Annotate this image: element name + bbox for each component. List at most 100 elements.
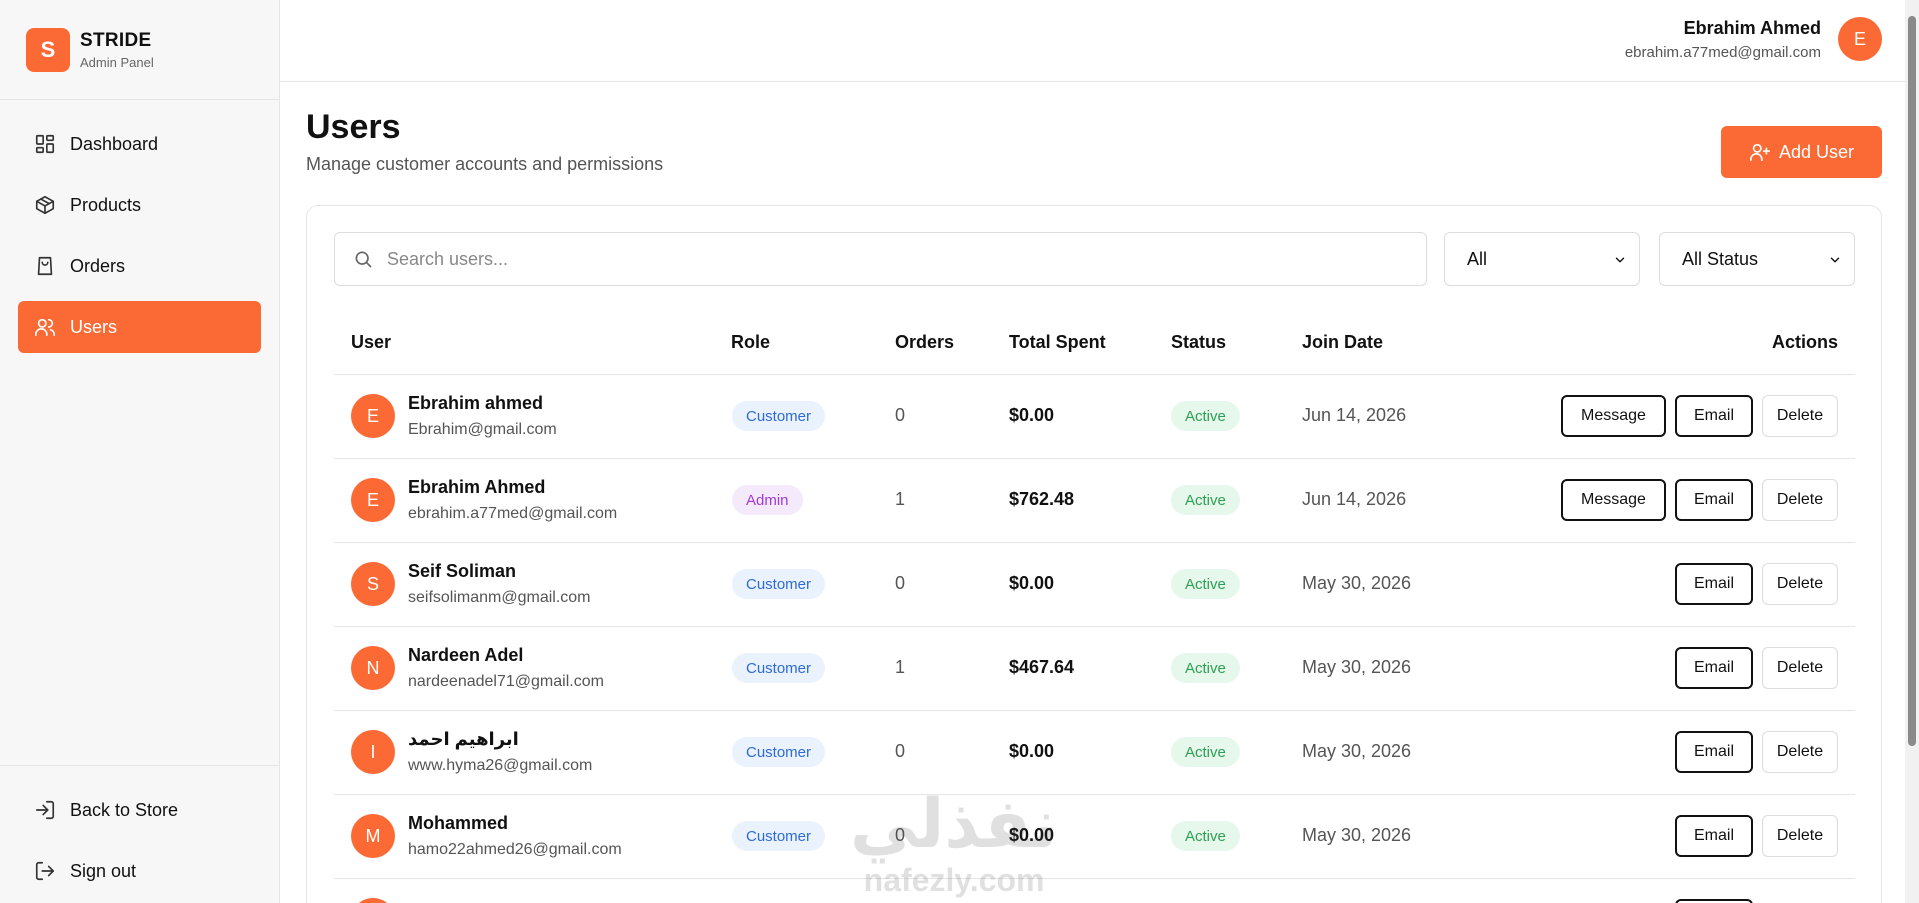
total-spent: $762.48 xyxy=(1009,489,1075,509)
total-spent: $0.00 xyxy=(1009,573,1055,593)
orders-count: 0 xyxy=(895,573,906,593)
orders-count: 1 xyxy=(895,489,906,509)
delete-button[interactable]: Delete xyxy=(1762,731,1838,773)
role-badge: Customer xyxy=(732,569,826,599)
brand-name: STRIDE xyxy=(80,29,152,51)
email-button[interactable]: Email xyxy=(1675,479,1753,521)
column-header-status: Status xyxy=(1171,332,1227,352)
sign-out-label: Sign out xyxy=(70,860,137,881)
email-button[interactable]: Email xyxy=(1675,563,1753,605)
sidebar-nav: Dashboard Products Orders Users xyxy=(0,100,279,353)
delete-button[interactable]: Delete xyxy=(1762,815,1838,857)
total-spent: $0.00 xyxy=(1009,741,1055,761)
avatar: E xyxy=(351,394,395,438)
log-out-icon xyxy=(35,861,55,881)
message-button[interactable]: Message xyxy=(1561,479,1666,521)
email-button[interactable]: Email xyxy=(1675,731,1753,773)
status-badge: Active xyxy=(1171,821,1240,851)
role-badge: Customer xyxy=(732,653,826,683)
sidebar-item-users[interactable]: Users xyxy=(18,301,261,353)
delete-button[interactable]: Delete xyxy=(1762,479,1838,521)
status-badge: Active xyxy=(1171,401,1240,431)
user-profile[interactable]: Ebrahim Ahmed ebrahim.a77med@gmail.com E xyxy=(1625,17,1882,61)
box-icon xyxy=(35,195,55,215)
top-bar: Ebrahim Ahmed ebrahim.a77med@gmail.com E xyxy=(280,0,1919,82)
chevron-down-icon xyxy=(1830,257,1840,263)
user-email: Ebrahim@gmail.com xyxy=(408,421,557,438)
row-divider xyxy=(334,794,1855,795)
email-button[interactable]: Email xyxy=(1675,815,1753,857)
sidebar-item-label: Dashboard xyxy=(70,133,159,154)
row-divider xyxy=(334,878,1855,879)
column-header-role: Role xyxy=(731,332,771,352)
user-name: Mohammed xyxy=(408,813,509,833)
message-button[interactable]: Message xyxy=(1561,395,1666,437)
status-badge: Active xyxy=(1171,485,1240,515)
status-filter-select[interactable]: All Status xyxy=(1659,232,1855,286)
sidebar-item-dashboard[interactable]: Dashboard xyxy=(18,118,261,170)
column-header-actions: Actions xyxy=(1772,332,1839,352)
user-email: hamo22ahmed26@gmail.com xyxy=(408,841,622,858)
scrollbar[interactable] xyxy=(1905,0,1919,903)
table-divider xyxy=(334,374,1855,375)
join-date: May 30, 2026 xyxy=(1302,657,1412,677)
watermark-arabic: نفذلي xyxy=(850,786,1059,862)
role-badge: Customer xyxy=(732,821,826,851)
avatar: S xyxy=(351,562,395,606)
column-header-join-date: Join Date xyxy=(1302,332,1384,352)
user-email: www.hyma26@gmail.com xyxy=(408,757,593,774)
add-user-button[interactable]: Add User xyxy=(1721,126,1882,178)
total-spent: $467.64 xyxy=(1009,657,1075,677)
avatar: M xyxy=(351,814,395,858)
column-header-user: User xyxy=(351,332,392,352)
sidebar-item-label: Users xyxy=(70,316,118,337)
join-date: Jun 14, 2026 xyxy=(1302,489,1407,509)
email-button[interactable]: Email xyxy=(1675,647,1753,689)
users-card xyxy=(306,205,1882,903)
sidebar-item-orders[interactable]: Orders xyxy=(18,240,261,292)
sidebar: S STRIDE Admin Panel Dashboard Products … xyxy=(0,0,280,903)
search-input[interactable] xyxy=(387,248,1387,270)
sidebar-footer: Back to Store Sign out xyxy=(0,765,279,903)
add-user-label: Add User xyxy=(1778,141,1855,162)
total-spent: $0.00 xyxy=(1009,405,1055,425)
role-badge: Customer xyxy=(732,401,826,431)
watermark-latin: nafezly.com xyxy=(863,862,1045,898)
shopping-bag-icon xyxy=(37,256,53,276)
back-to-store-link[interactable]: Back to Store xyxy=(18,784,261,836)
user-name: Seif Soliman xyxy=(408,561,517,581)
user-name: Ebrahim ahmed xyxy=(408,393,544,413)
delete-button[interactable]: Delete xyxy=(1762,395,1838,437)
join-date: May 30, 2026 xyxy=(1302,741,1412,761)
delete-button[interactable]: Delete xyxy=(1762,563,1838,605)
join-date: May 30, 2026 xyxy=(1302,825,1412,845)
delete-button[interactable]: Delete xyxy=(1762,647,1838,689)
status-filter-value: All Status xyxy=(1682,248,1759,269)
email-button[interactable]: Email xyxy=(1675,395,1753,437)
email-button[interactable] xyxy=(1675,899,1753,903)
avatar: I xyxy=(351,730,395,774)
dashboard-icon xyxy=(35,134,55,154)
row-divider xyxy=(334,458,1855,459)
status-badge: Active xyxy=(1171,653,1240,683)
brand-logo: S xyxy=(26,27,70,72)
user-plus-icon xyxy=(1749,143,1770,162)
orders-count: 0 xyxy=(895,405,906,425)
search-icon xyxy=(355,251,372,268)
page-title: Users xyxy=(306,108,401,146)
sidebar-item-products[interactable]: Products xyxy=(18,179,261,231)
status-badge: Active xyxy=(1171,737,1240,767)
chevron-down-icon xyxy=(1615,257,1625,263)
search-box[interactable] xyxy=(334,232,1427,286)
avatar[interactable]: E xyxy=(1838,17,1882,61)
user-name: Ebrahim Ahmed xyxy=(408,477,546,497)
sign-out-button[interactable]: Sign out xyxy=(18,845,261,897)
scrollbar-thumb[interactable] xyxy=(1908,16,1916,746)
role-badge: Admin xyxy=(732,485,803,515)
sidebar-item-label: Orders xyxy=(70,255,126,276)
join-date: Jun 14, 2026 xyxy=(1302,405,1407,425)
row-divider xyxy=(334,542,1855,543)
role-filter-select[interactable]: All xyxy=(1444,232,1640,286)
avatar: N xyxy=(351,646,395,690)
role-badge: Customer xyxy=(732,737,826,767)
